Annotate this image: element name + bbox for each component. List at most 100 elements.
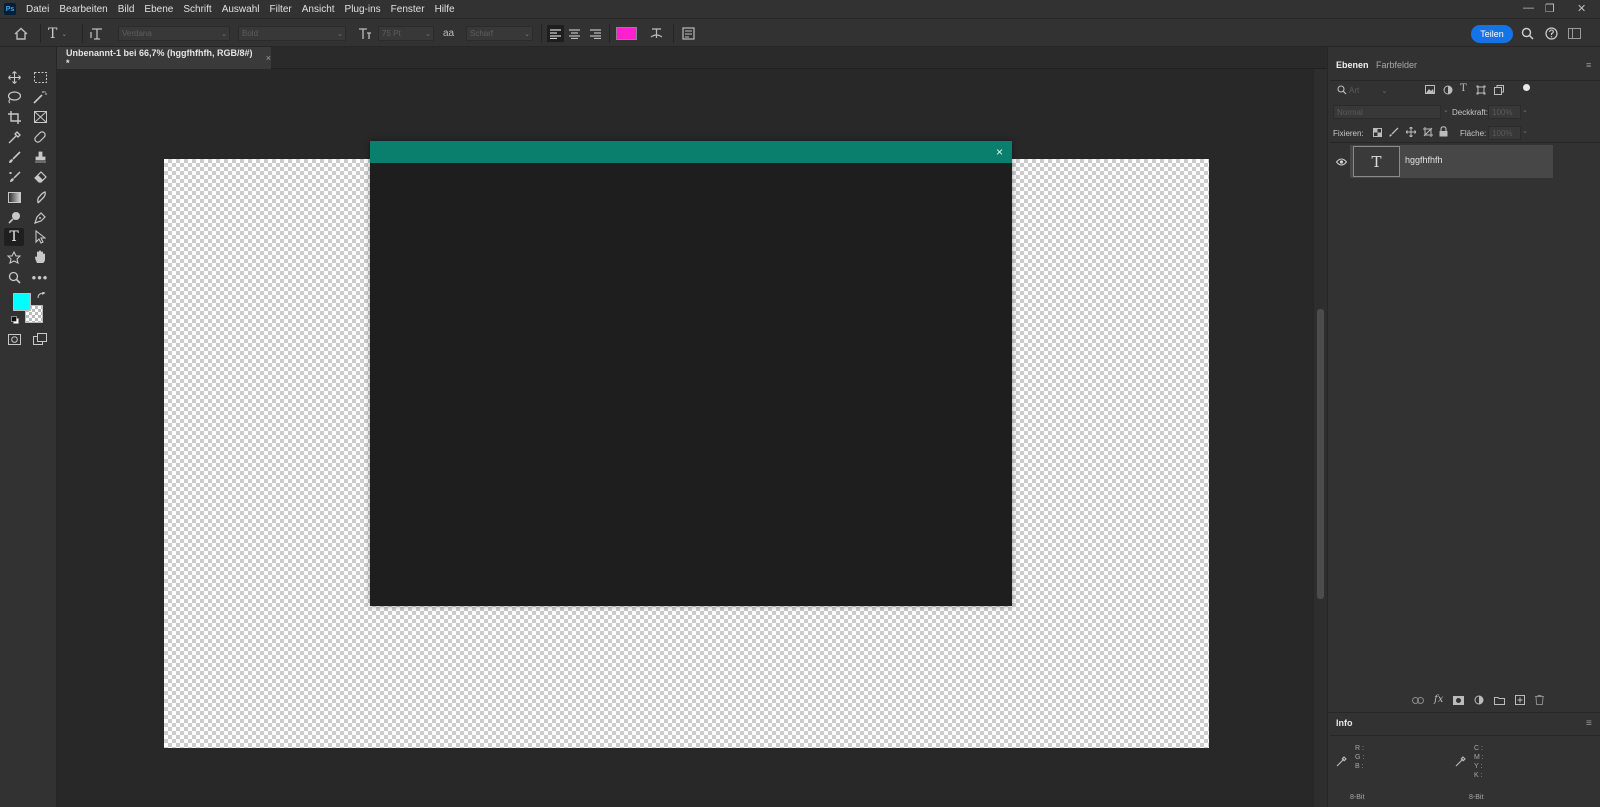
tab-farbfelder[interactable]: Farbfelder — [1376, 55, 1417, 75]
filter-toggle-icon[interactable] — [1522, 83, 1531, 92]
pen-tool-icon[interactable] — [30, 208, 50, 226]
move-tool-icon[interactable] — [4, 68, 24, 86]
swap-colors-icon[interactable] — [37, 292, 46, 300]
filter-shape-icon[interactable] — [1476, 85, 1486, 95]
menu-schrift[interactable]: Schrift — [183, 4, 211, 15]
align-right-button[interactable] — [590, 19, 601, 48]
window-close-button[interactable]: ✕ — [1577, 2, 1586, 15]
window-restore-button[interactable]: ❐ — [1545, 2, 1555, 15]
info-bit-depth-left: 8-Bit — [1350, 794, 1365, 801]
info-panel-menu-icon[interactable]: ≡ — [1586, 718, 1592, 729]
character-panel-icon[interactable] — [682, 19, 695, 48]
filter-type-select[interactable]: Art ⌄ — [1346, 83, 1394, 97]
magic-wand-icon[interactable] — [30, 88, 50, 106]
healing-brush-icon[interactable] — [30, 128, 50, 146]
layer-name[interactable]: hggfhfhfh — [1405, 155, 1443, 165]
new-layer-icon[interactable] — [1515, 695, 1525, 705]
window-minimize-button[interactable]: — — [1523, 2, 1534, 14]
menu-bild[interactable]: Bild — [118, 4, 135, 15]
path-selection-icon[interactable] — [30, 228, 50, 246]
layer-visibility-eye-icon[interactable] — [1336, 158, 1347, 166]
menu-ebene[interactable]: Ebene — [144, 4, 173, 15]
new-group-icon[interactable] — [1494, 696, 1505, 705]
lock-pixels-icon[interactable] — [1389, 127, 1399, 137]
filter-type-icon[interactable]: T — [1460, 83, 1467, 94]
font-size-select[interactable]: 75 Pt ⌄ — [378, 26, 434, 41]
menu-hilfe[interactable]: Hilfe — [435, 4, 455, 15]
canvas-area[interactable]: × — [57, 69, 1313, 807]
smudge-tool-icon[interactable] — [30, 188, 50, 206]
info-rgb-labels: R : G : B : — [1355, 745, 1365, 770]
menu-plugins[interactable]: Plug-ins — [345, 4, 381, 15]
stamp-tool-icon[interactable] — [30, 148, 50, 166]
marquee-tool-icon[interactable] — [30, 68, 50, 86]
warp-text-icon[interactable] — [650, 19, 663, 48]
filter-pixel-icon[interactable] — [1425, 85, 1435, 94]
adjustment-layer-icon[interactable] — [1474, 695, 1484, 705]
gradient-tool-icon[interactable] — [4, 188, 24, 206]
scrollbar-thumb[interactable] — [1317, 309, 1324, 599]
menu-fenster[interactable]: Fenster — [391, 4, 425, 15]
zoom-tool-icon[interactable] — [4, 268, 24, 286]
search-icon[interactable] — [1521, 19, 1534, 48]
close-document-icon[interactable]: × — [266, 53, 271, 63]
screen-mode-icon[interactable] — [30, 330, 50, 348]
font-family-select[interactable]: Verdana ⌄ — [118, 26, 230, 41]
text-color-swatch[interactable] — [616, 27, 637, 40]
fill-label: Fläche: — [1460, 129, 1487, 138]
filter-smartobject-icon[interactable] — [1494, 85, 1504, 95]
history-brush-icon[interactable] — [4, 168, 24, 186]
frame-tool-icon[interactable] — [30, 108, 50, 126]
fill-input[interactable]: 100% — [1488, 126, 1521, 140]
help-icon[interactable] — [1545, 19, 1558, 48]
add-mask-icon[interactable] — [1453, 696, 1464, 705]
dialog-close-icon[interactable]: × — [996, 145, 1003, 159]
menu-auswahl[interactable]: Auswahl — [222, 4, 260, 15]
brush-tool-icon[interactable] — [4, 148, 24, 166]
document-tab[interactable]: Unbenannt-1 bei 66,7% (hggfhfhfh, RGB/8#… — [57, 47, 271, 69]
workspace-icon[interactable] — [1568, 19, 1581, 48]
blend-mode-select[interactable]: Normal — [1333, 105, 1441, 119]
shape-tool-icon[interactable] — [4, 248, 24, 266]
eraser-tool-icon[interactable] — [30, 168, 50, 186]
text-orientation-icon[interactable] — [90, 19, 104, 48]
dodge-tool-icon[interactable] — [4, 208, 24, 226]
dialog-title-bar[interactable]: × — [370, 141, 1012, 163]
menu-datei[interactable]: Datei — [26, 4, 49, 15]
type-tool-icon[interactable]: T — [4, 228, 24, 246]
menu-filter[interactable]: Filter — [270, 4, 292, 15]
align-center-button[interactable] — [569, 19, 580, 48]
align-left-button[interactable] — [547, 25, 564, 42]
share-button[interactable]: Teilen — [1471, 24, 1513, 43]
font-style-select[interactable]: Bold ⌄ — [238, 26, 346, 41]
tab-ebenen[interactable]: Ebenen — [1336, 55, 1369, 75]
menu-ansicht[interactable]: Ansicht — [302, 4, 335, 15]
antialias-select[interactable]: Scharf ⌄ — [466, 26, 533, 41]
link-layers-icon[interactable] — [1412, 697, 1424, 704]
info-eyedropper-rgb-icon — [1336, 756, 1347, 767]
layer-row[interactable]: T hggfhfhfh — [1350, 145, 1553, 178]
lasso-tool-icon[interactable] — [4, 88, 24, 106]
lock-position-icon[interactable] — [1406, 127, 1416, 137]
filter-adjustment-icon[interactable] — [1443, 85, 1453, 95]
delete-layer-icon[interactable] — [1535, 695, 1544, 705]
options-bar: T ⌄ Verdana ⌄ Bold ⌄ 75 Pt ⌄ aa Scharf ⌄ Teil… — [0, 18, 1600, 47]
lock-artboard-icon[interactable] — [1423, 127, 1433, 137]
lock-all-icon[interactable] — [1439, 126, 1448, 137]
type-tool-preset-icon[interactable]: T ⌄ — [48, 19, 67, 48]
menu-bearbeiten[interactable]: Bearbeiten — [59, 4, 107, 15]
photoshop-logo: Ps — [4, 3, 16, 15]
default-colors-icon[interactable] — [11, 316, 19, 324]
canvas-vertical-scrollbar[interactable] — [1313, 69, 1327, 807]
home-icon[interactable] — [14, 19, 28, 48]
hand-tool-icon[interactable] — [30, 248, 50, 266]
more-tools-icon[interactable]: ••• — [30, 268, 50, 286]
crop-tool-icon[interactable] — [4, 108, 24, 126]
opacity-input[interactable]: 100% — [1488, 105, 1521, 119]
layer-effects-icon[interactable]: fx — [1434, 694, 1443, 705]
quick-mask-icon[interactable] — [4, 330, 24, 348]
foreground-color-swatch[interactable] — [13, 293, 31, 311]
eyedropper-tool-icon[interactable] — [4, 128, 24, 146]
panel-menu-icon[interactable]: ≡ — [1586, 55, 1591, 75]
lock-transparent-icon[interactable] — [1373, 128, 1382, 137]
